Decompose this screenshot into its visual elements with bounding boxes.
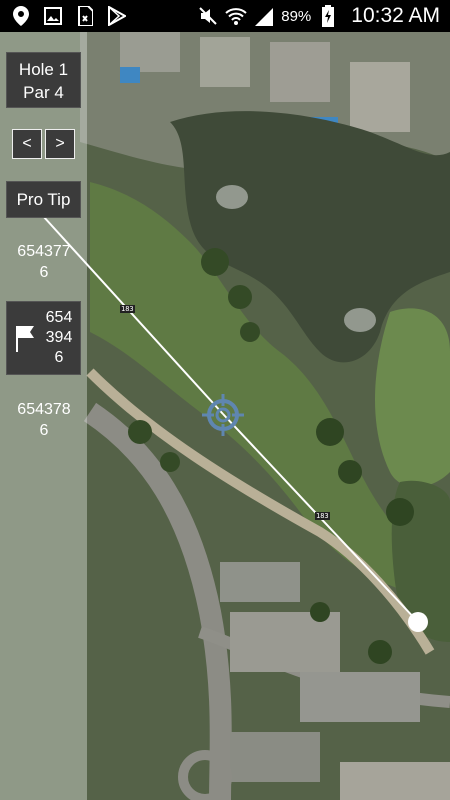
distance-to-target: 654377 6	[17, 243, 71, 281]
crosshair-target-icon[interactable]	[202, 394, 244, 436]
mute-icon	[197, 5, 219, 27]
distance-to-flag-box: 654 394 6	[6, 301, 81, 375]
flag-icon	[13, 324, 37, 352]
hole-info-box: Hole 1 Par 4	[6, 52, 81, 108]
flag-distance-line: 394	[45, 329, 73, 346]
next-hole-button[interactable]: >	[45, 129, 75, 159]
image-icon	[42, 5, 64, 27]
distance-target-to-ball: 654378 6	[17, 401, 71, 439]
status-bar: 89% 10:32 AM	[0, 0, 450, 32]
sim-icon	[74, 5, 96, 27]
wifi-icon	[225, 5, 247, 27]
signal-icon	[253, 5, 275, 27]
yard-marker: 183	[315, 512, 330, 520]
pro-tip-button[interactable]: Pro Tip	[6, 181, 81, 218]
previous-hole-button[interactable]: <	[12, 129, 42, 159]
flag-distance-line: 6	[54, 349, 64, 366]
clock: 10:32 AM	[351, 4, 440, 27]
flag-distance-line: 654	[45, 309, 73, 326]
yard-marker: 183	[120, 305, 135, 313]
ball-marker[interactable]	[408, 612, 428, 632]
play-store-icon	[106, 5, 128, 27]
hole-label: Hole 1	[18, 60, 69, 79]
par-label: Par 4	[23, 83, 64, 102]
battery-percent: 89%	[281, 7, 312, 25]
location-icon	[10, 5, 32, 27]
battery-charging-icon	[317, 5, 339, 27]
